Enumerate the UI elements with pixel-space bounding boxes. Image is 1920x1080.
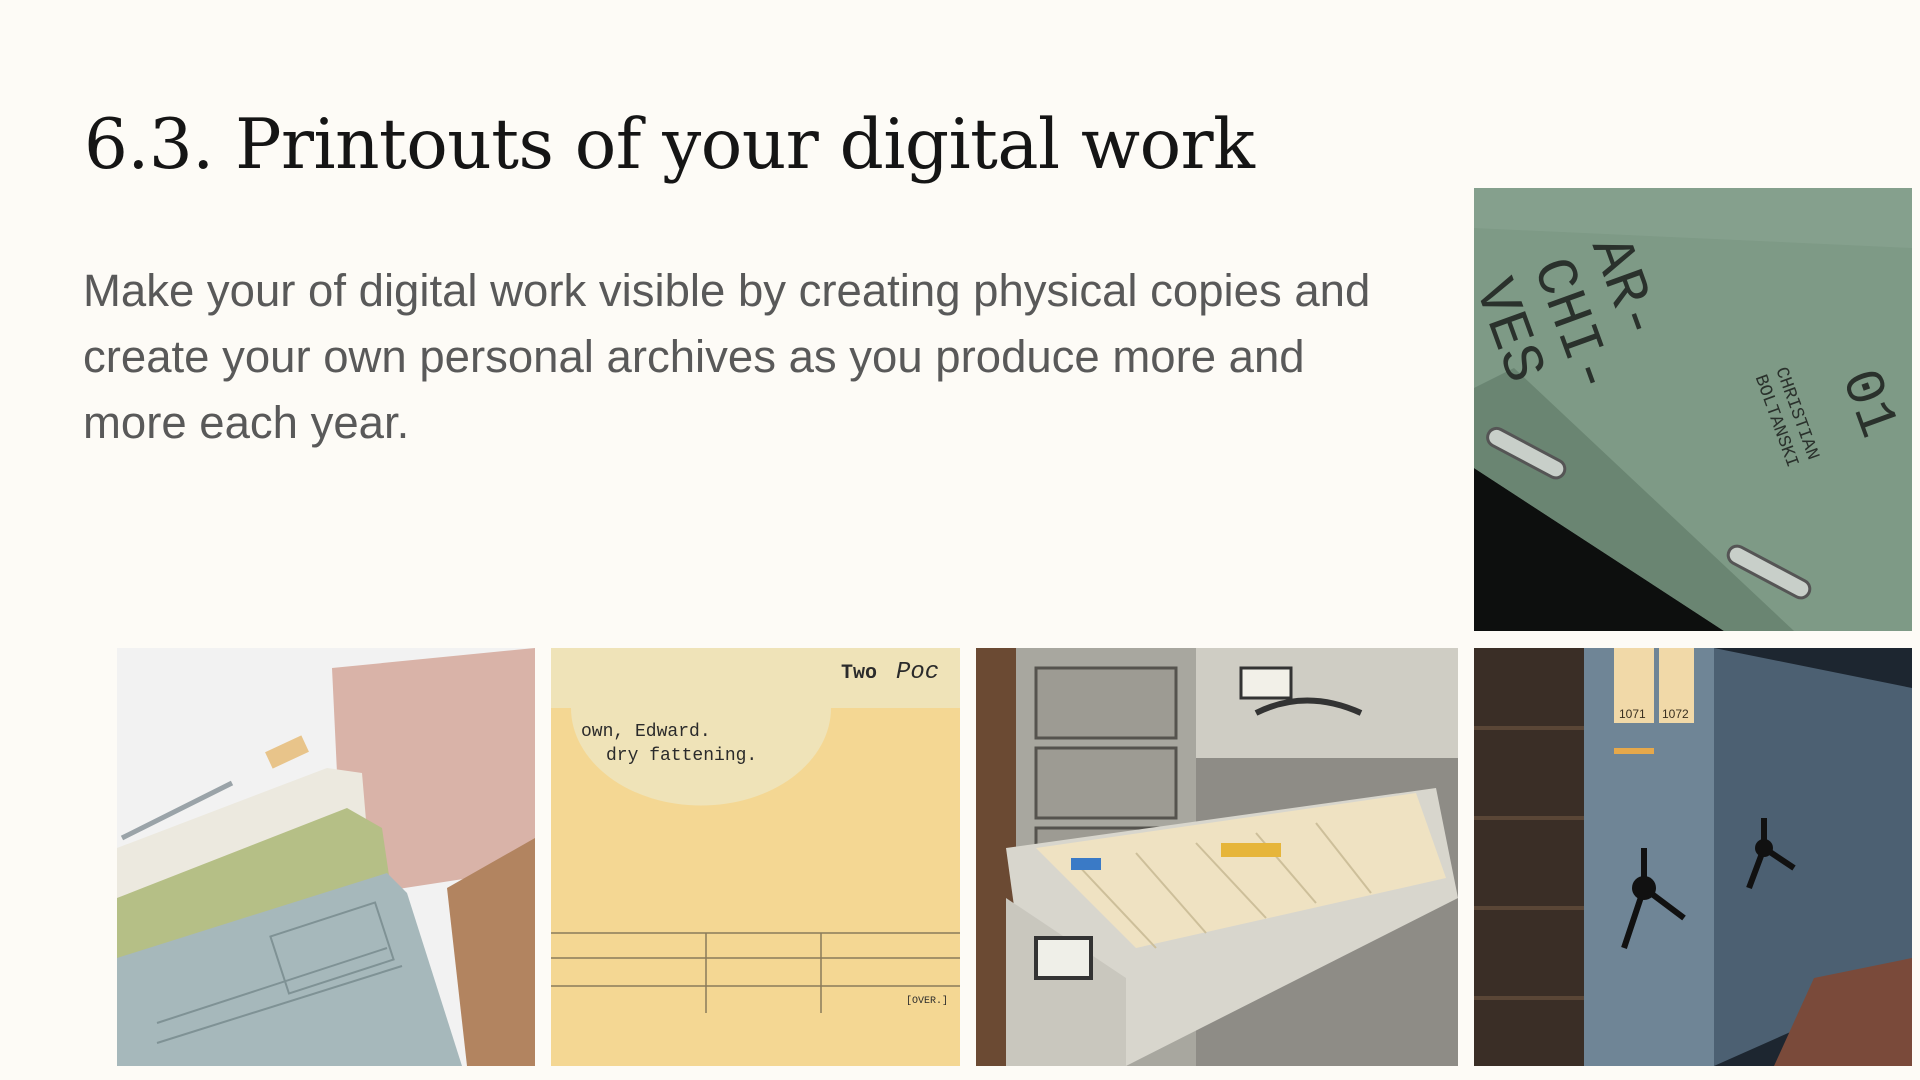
- card-text-4: Poc: [896, 659, 939, 686]
- card-text-2: dry fattening.: [606, 746, 757, 766]
- slide-body-text: Make your of digital work visible by cre…: [83, 265, 1371, 448]
- folders-photo: [117, 648, 535, 1066]
- archives-book-photo: AR- CHI- VES CHRISTIAN BOLTANSKI 01: [1474, 188, 1912, 631]
- index-card-photo: own, Edward. dry fattening. Two Poc [OVE…: [551, 648, 960, 1066]
- card-text-3: Two: [841, 662, 877, 685]
- card-text-5: [OVER.]: [906, 995, 948, 1007]
- card-text-1: own, Edward.: [581, 722, 711, 742]
- slide-title: 6.3. Printouts of your digital work: [84, 105, 1255, 185]
- shelf-label-1: 1071: [1619, 707, 1646, 721]
- shelf-label-2: 1072: [1662, 707, 1689, 721]
- archive-shelves-photo: 1071 1072: [1474, 648, 1912, 1066]
- filing-drawer-photo: [976, 648, 1458, 1066]
